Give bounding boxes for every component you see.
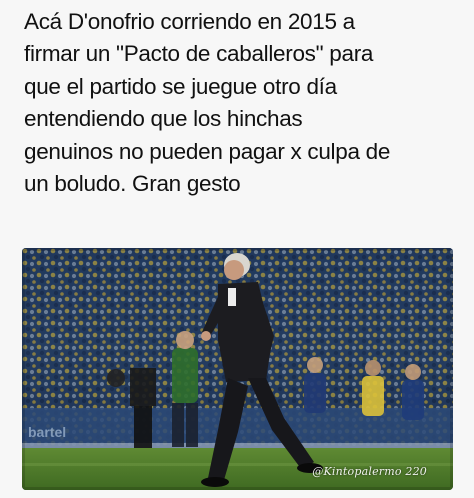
stadium-illustration (22, 248, 453, 490)
watermark: @Kintopalermo 220 (312, 465, 427, 478)
meme-caption: Acá D'onofrio corriendo en 2015 a firmar… (24, 6, 464, 200)
sponsor-board-text: bartel (28, 424, 67, 440)
caption-line-1: Acá D'onofrio corriendo en 2015 a (24, 9, 355, 34)
caption-line-4: entendiendo que los hinchas (24, 106, 303, 132)
caption-line-5: genuinos no pueden pagar x culpa de (24, 138, 391, 164)
caption-line-2: firmar un "Pacto de caballeros" para (24, 41, 374, 67)
caption-line-3: que el partido se juegue otro día (24, 73, 337, 99)
stadium-photo[interactable]: bartel @Kintopalermo 220 (22, 248, 453, 490)
caption-line-6: un boludo. Gran gesto (24, 171, 241, 197)
